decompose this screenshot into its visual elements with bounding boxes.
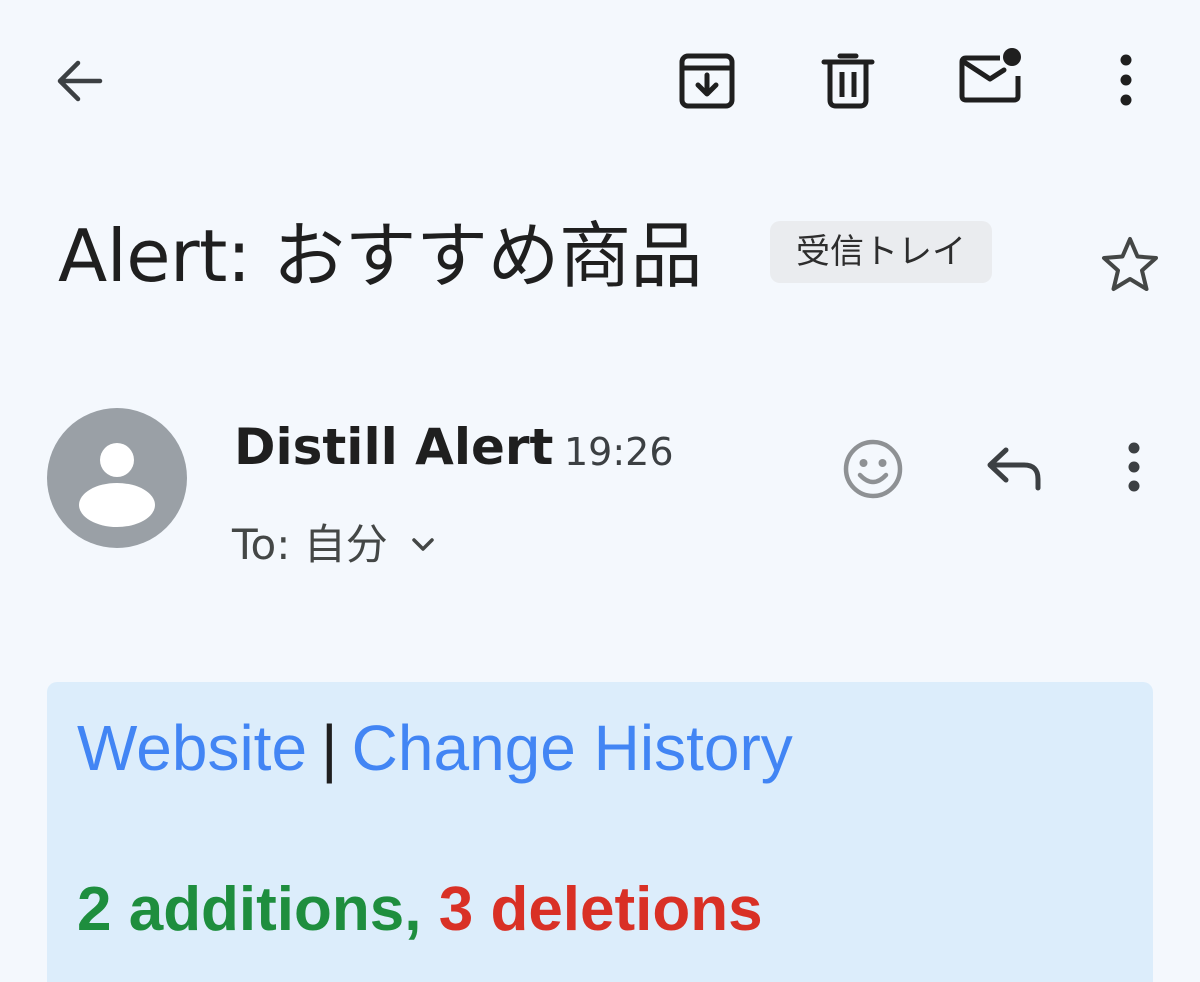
mark-unread-button[interactable]: [954, 44, 1026, 110]
additions-count: 2 additions: [77, 875, 405, 944]
star-outline-icon: [1102, 237, 1158, 291]
mail-unread-icon: [959, 48, 1021, 103]
sender-avatar[interactable]: [47, 408, 187, 548]
person-avatar-icon: [79, 443, 155, 527]
inbox-label-chip[interactable]: 受信トレイ: [770, 221, 992, 283]
more-vert-icon: [1120, 54, 1132, 106]
message-time: 19:26: [564, 430, 674, 474]
reply-button[interactable]: [982, 440, 1046, 496]
recipient-label: To: 自分: [232, 520, 388, 569]
trash-icon: [821, 53, 875, 109]
star-button[interactable]: [1098, 232, 1162, 296]
summary-comma: ,: [404, 875, 422, 944]
email-subject: Alert: おすすめ商品: [58, 214, 703, 298]
chevron-down-icon: [411, 538, 434, 551]
more-vert-icon: [1128, 442, 1140, 492]
alert-links-row: Website | Change History: [77, 708, 793, 788]
website-link[interactable]: Website: [77, 712, 307, 784]
back-button[interactable]: [48, 50, 110, 112]
add-reaction-button[interactable]: [838, 434, 908, 504]
link-separator: |: [321, 712, 338, 784]
change-summary: 2 additions, 3 deletions: [77, 870, 763, 950]
alert-body-card: Website | Change History 2 additions, 3 de…: [47, 682, 1153, 982]
archive-button[interactable]: [674, 50, 740, 112]
arrow-back-icon: [57, 60, 103, 102]
sender-name: Distill Alert: [234, 418, 554, 476]
delete-button[interactable]: [818, 50, 878, 112]
deletions-count: 3 deletions: [438, 875, 763, 944]
message-more-button[interactable]: [1114, 436, 1154, 498]
change-history-link[interactable]: Change History: [352, 712, 793, 784]
emoji-reaction-icon: [843, 439, 903, 499]
more-options-button[interactable]: [1106, 50, 1146, 112]
recipient-details-toggle[interactable]: To: 自分: [232, 516, 436, 574]
archive-icon: [679, 53, 735, 109]
reply-icon: [987, 447, 1041, 491]
